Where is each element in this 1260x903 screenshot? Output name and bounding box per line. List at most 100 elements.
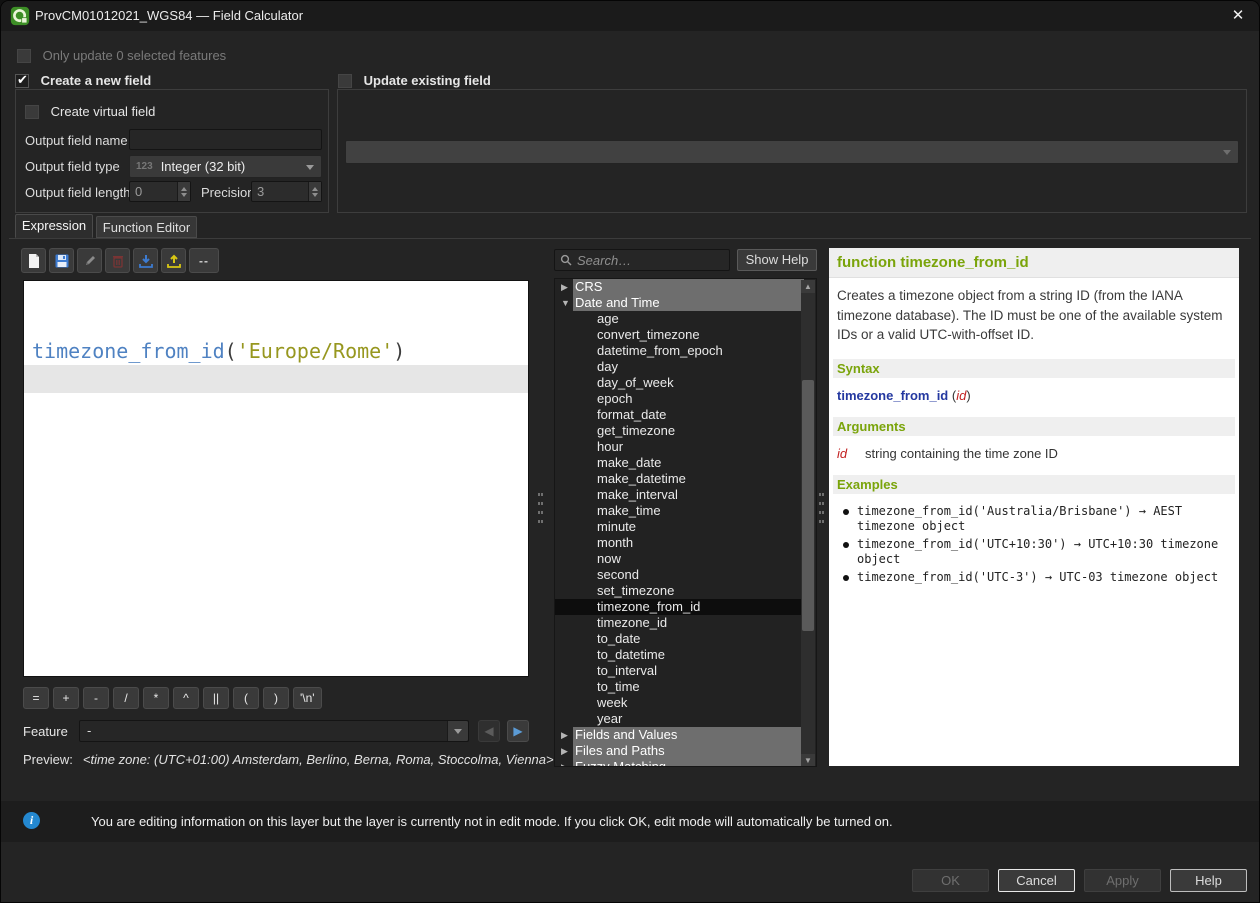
create-new-field-checkbox[interactable]: Create a new field [15, 73, 151, 88]
tree-group-fields-and-values[interactable]: ▶Fields and Values [555, 727, 804, 743]
function-label: set_timezone [555, 583, 804, 599]
tree-item-to-datetime[interactable]: to_datetime [555, 647, 804, 663]
output-field-name-input[interactable] [129, 129, 322, 150]
operator-button[interactable]: || [203, 687, 229, 709]
search-input[interactable] [577, 253, 717, 268]
group-label: Date and Time [573, 295, 804, 311]
function-label: month [555, 535, 804, 551]
save-expression-button[interactable] [49, 248, 74, 273]
operator-button[interactable]: - [83, 687, 109, 709]
title-bar[interactable]: ProvCM01012021_WGS84 — Field Calculator … [1, 1, 1260, 31]
function-label: make_time [555, 503, 804, 519]
update-existing-field-checkbox[interactable]: Update existing field [338, 73, 491, 88]
function-label: format_date [555, 407, 804, 423]
export-expression-button[interactable] [161, 248, 186, 273]
next-feature-button[interactable]: ▶ [507, 720, 529, 742]
operator-button[interactable]: '\n' [293, 687, 322, 709]
tree-item-timezone-id[interactable]: timezone_id [555, 615, 804, 631]
operator-button[interactable]: ( [233, 687, 259, 709]
chevron-down-icon[interactable] [447, 721, 468, 741]
precision-stepper[interactable]: 3 [251, 181, 322, 202]
tree-item-second[interactable]: second [555, 567, 804, 583]
tree-item-day[interactable]: day [555, 359, 804, 375]
tree-item-make-datetime[interactable]: make_datetime [555, 471, 804, 487]
operator-button[interactable]: = [23, 687, 49, 709]
expression-editor[interactable]: timezone_from_id('Europe/Rome') [23, 280, 529, 677]
function-label: timezone_id [555, 615, 804, 631]
help-button[interactable]: Help [1170, 869, 1247, 892]
tree-item-make-time[interactable]: make_time [555, 503, 804, 519]
tree-item-set-timezone[interactable]: set_timezone [555, 583, 804, 599]
tree-item-make-interval[interactable]: make_interval [555, 487, 804, 503]
function-search[interactable] [554, 249, 730, 271]
tree-item-to-time[interactable]: to_time [555, 679, 804, 695]
show-help-button[interactable]: Show Help [737, 249, 817, 271]
function-label: to_interval [555, 663, 804, 679]
tree-scrollbar[interactable]: ▲ ▼ [801, 280, 815, 767]
spinner-arrows-icon[interactable] [308, 182, 321, 201]
tab-expression-label: Expression [22, 218, 86, 233]
chevron-collapsed-icon[interactable]: ▶ [561, 759, 568, 767]
function-tree[interactable]: ▶CRS▼Date and Timeageconvert_timezonedat… [554, 278, 817, 767]
scrollbar-thumb[interactable] [802, 380, 814, 631]
tab-expression[interactable]: Expression [15, 214, 93, 238]
tree-group-fuzzy-matching[interactable]: ▶Fuzzy Matching [555, 759, 804, 767]
tree-item-month[interactable]: month [555, 535, 804, 551]
comment-button[interactable]: -- [189, 248, 219, 273]
function-label: day [555, 359, 804, 375]
tree-item-timezone-from-id[interactable]: timezone_from_id [555, 599, 804, 615]
new-expression-button[interactable] [21, 248, 46, 273]
spinner-arrows-icon[interactable] [177, 182, 190, 201]
tree-item-now[interactable]: now [555, 551, 804, 567]
tree-item-epoch[interactable]: epoch [555, 391, 804, 407]
function-label: minute [555, 519, 804, 535]
chevron-down-icon [306, 165, 314, 170]
tree-item-format-date[interactable]: format_date [555, 407, 804, 423]
chevron-collapsed-icon[interactable]: ▶ [561, 727, 568, 743]
chevron-collapsed-icon[interactable]: ▶ [561, 279, 568, 295]
operator-button[interactable]: * [143, 687, 169, 709]
tree-item-convert-timezone[interactable]: convert_timezone [555, 327, 804, 343]
cancel-button[interactable]: Cancel [998, 869, 1075, 892]
chevron-expanded-icon[interactable]: ▼ [561, 295, 570, 311]
tree-item-to-interval[interactable]: to_interval [555, 663, 804, 679]
operator-button[interactable]: ^ [173, 687, 199, 709]
left-arrow-icon: ◀ [484, 724, 493, 738]
tab-function-editor[interactable]: Function Editor [96, 216, 197, 238]
function-tree-rows: ▶CRS▼Date and Timeageconvert_timezonedat… [555, 279, 816, 767]
output-field-length-stepper[interactable]: 0 [129, 181, 191, 202]
splitter-handle[interactable] [819, 493, 825, 523]
export-up-arrow-icon [166, 253, 182, 269]
tree-group-crs[interactable]: ▶CRS [555, 279, 804, 295]
tree-item-to-date[interactable]: to_date [555, 631, 804, 647]
tree-group-files-and-paths[interactable]: ▶Files and Paths [555, 743, 804, 759]
checkbox-box[interactable] [338, 74, 352, 88]
import-expression-button[interactable] [133, 248, 158, 273]
feature-select[interactable]: - [79, 720, 469, 742]
tree-item-year[interactable]: year [555, 711, 804, 727]
tree-item-get-timezone[interactable]: get_timezone [555, 423, 804, 439]
tree-item-age[interactable]: age [555, 311, 804, 327]
chevron-collapsed-icon[interactable]: ▶ [561, 743, 568, 759]
tree-item-hour[interactable]: hour [555, 439, 804, 455]
function-label: convert_timezone [555, 327, 804, 343]
tree-item-minute[interactable]: minute [555, 519, 804, 535]
splitter-handle[interactable] [538, 493, 544, 523]
tree-group-date-and-time[interactable]: ▼Date and Time [555, 295, 804, 311]
operator-button[interactable]: / [113, 687, 139, 709]
operator-button[interactable]: ) [263, 687, 289, 709]
function-label: make_datetime [555, 471, 804, 487]
scroll-up-icon[interactable]: ▲ [801, 280, 815, 293]
chevron-down-icon [1223, 150, 1231, 155]
tree-item-day-of-week[interactable]: day_of_week [555, 375, 804, 391]
tree-item-make-date[interactable]: make_date [555, 455, 804, 471]
close-icon[interactable]: ✕ [1227, 6, 1249, 26]
operator-button[interactable]: + [53, 687, 79, 709]
scroll-down-icon[interactable]: ▼ [801, 754, 815, 767]
output-field-name-label: Output field name [25, 133, 128, 148]
checkbox-box[interactable] [15, 74, 29, 88]
tree-item-week[interactable]: week [555, 695, 804, 711]
argument-description: string containing the time zone ID [865, 446, 1058, 461]
tree-item-datetime-from-epoch[interactable]: datetime_from_epoch [555, 343, 804, 359]
output-field-type-select[interactable]: 123 Integer (32 bit) [129, 155, 322, 178]
